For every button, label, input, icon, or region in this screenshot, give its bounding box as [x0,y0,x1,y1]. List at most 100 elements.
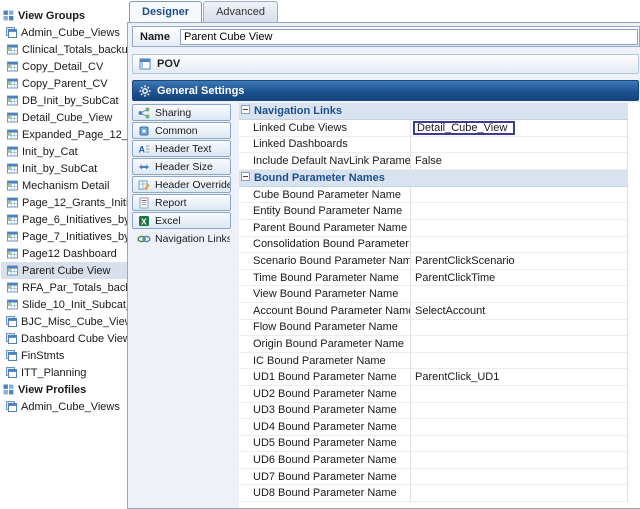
property-value-cell[interactable] [411,452,628,469]
tree-item-admin-cube-views[interactable]: Admin_Cube_Views [1,398,127,415]
property-value-cell[interactable]: ParentClickScenario [411,253,628,270]
property-row-ud1-bound-parameter-name[interactable]: UD1 Bound Parameter Name ParentClick_UD1 [239,369,640,386]
grid-spacer [628,220,640,237]
grid-spacer [628,353,640,370]
tree-item-view-groups[interactable]: View Groups [1,7,127,24]
tree-item-parent-cube-view[interactable]: Parent Cube View [1,262,127,279]
tree-item-db-init-by-subcat[interactable]: DB_Init_by_SubCat [1,92,127,109]
tab-advanced[interactable]: Advanced [203,1,278,22]
property-value-cell[interactable]: False [411,153,628,170]
property-group-navigation-links[interactable]: Navigation Links [239,103,640,120]
property-row-account-bound-parameter-name[interactable]: Account Bound Parameter Name SelectAccou… [239,303,640,320]
property-row-ud8-bound-parameter-name[interactable]: UD8 Bound Parameter Name [239,485,640,502]
tree-item-page-12-grants-initiatives[interactable]: Page_12_Grants_Initiatives_ [1,194,127,211]
property-row-ud5-bound-parameter-name[interactable]: UD5 Bound Parameter Name [239,436,640,453]
property-value-cell[interactable]: SelectAccount [411,303,628,320]
tree-item-itt-planning[interactable]: ITT_Planning [1,364,127,381]
property-value-cell[interactable] [411,187,628,204]
tree-item-slide-10-init-subcat-by-m[interactable]: Slide_10_Init_Subcat_by_M [1,296,127,313]
property-value-cell[interactable] [411,436,628,453]
property-row-parent-bound-parameter-name[interactable]: Parent Bound Parameter Name [239,220,640,237]
property-value-cell[interactable]: ParentClickTime [411,270,628,287]
property-value-cell[interactable] [411,386,628,403]
property-name: Include Default NavLink Parameters [253,155,411,167]
property-value-cell[interactable] [411,419,628,436]
property-row-cube-bound-parameter-name[interactable]: Cube Bound Parameter Name [239,187,640,204]
property-row-scenario-bound-parameter-name[interactable]: Scenario Bound Parameter Name ParentClic… [239,253,640,270]
tree-item-finstmts[interactable]: FinStmts [1,347,127,364]
tree-item-dashboard-cube-views[interactable]: Dashboard Cube Views [1,330,127,347]
tree-item-detail-cube-view[interactable]: Detail_Cube_View [1,109,127,126]
property-row-flow-bound-parameter-name[interactable]: Flow Bound Parameter Name [239,320,640,337]
property-value-cell[interactable] [411,353,628,370]
property-row-origin-bound-parameter-name[interactable]: Origin Bound Parameter Name [239,336,640,353]
tree-item-copy-detail-cv[interactable]: Copy_Detail_CV [1,58,127,75]
tab-designer[interactable]: Designer [129,1,202,22]
common-icon [136,125,151,137]
tree-item-bjc-misc-cube-views[interactable]: BJC_Misc_Cube_Views [1,313,127,330]
property-value-cell[interactable] [411,320,628,337]
property-value-cell[interactable] [411,286,628,303]
tree-item-page-7-initiatives-by-subc[interactable]: Page_7_Initiatives_by_SubC [1,228,127,245]
property-value-cell[interactable] [411,220,628,237]
property-row-view-bound-parameter-name[interactable]: View Bound Parameter Name [239,286,640,303]
settings-nav-navigation-links[interactable]: Navigation Links [132,230,231,247]
tree-item-expanded-page-12-working[interactable]: Expanded_Page_12_working [1,126,127,143]
grid-spacer [628,436,640,453]
cube-view-grid-icon [6,78,18,89]
tree-item-view-profiles[interactable]: View Profiles [1,381,127,398]
property-row-linked-dashboards[interactable]: Linked Dashboards [239,137,640,154]
tree-item-init-by-subcat[interactable]: Init_by_SubCat [1,160,127,177]
property-value-cell[interactable] [411,469,628,486]
settings-nav-sharing[interactable]: Sharing [132,104,231,121]
settings-nav-header-size[interactable]: Header Size [132,158,231,175]
property-value-cell[interactable] [411,485,628,502]
tree-item-admin-cube-views[interactable]: Admin_Cube_Views [1,24,127,41]
tree-item-clinical-totals-backup[interactable]: Clinical_Totals_backup [1,41,127,58]
cube-view-grid-icon [6,61,18,72]
tree-item-init-by-cat[interactable]: Init_by_Cat [1,143,127,160]
property-row-entity-bound-parameter-name[interactable]: Entity Bound Parameter Name [239,203,640,220]
property-value-cell[interactable] [411,237,628,254]
tree-item-copy-parent-cv[interactable]: Copy_Parent_CV [1,75,127,92]
property-name-cell: Scenario Bound Parameter Name [239,253,411,270]
property-value-cell[interactable] [411,137,628,154]
settings-nav-report[interactable]: Report [132,194,231,211]
property-name: Origin Bound Parameter Name [253,338,404,350]
tree-item-mechanism-detail[interactable]: Mechanism Detail [1,177,127,194]
general-settings-header[interactable]: General Settings [132,80,639,101]
tree-item-page-6-initiatives-by-categ[interactable]: Page_6_Initiatives_by_Categ [1,211,127,228]
property-row-consolidation-bound-parameter-name[interactable]: Consolidation Bound Parameter Name [239,237,640,254]
property-row-time-bound-parameter-name[interactable]: Time Bound Parameter Name ParentClickTim… [239,270,640,287]
property-row-include-default-navlink-parameters[interactable]: Include Default NavLink Parameters False [239,153,640,170]
property-row-ud6-bound-parameter-name[interactable]: UD6 Bound Parameter Name [239,452,640,469]
nav-label: Navigation Links [155,233,231,245]
tree-item-label: View Profiles [18,384,86,396]
property-value-cell[interactable] [411,203,628,220]
tree-item-page12-dashboard[interactable]: Page12 Dashboard [1,245,127,262]
property-row-linked-cube-views[interactable]: Linked Cube Views Detail_Cube_View [239,120,640,137]
property-row-ud3-bound-parameter-name[interactable]: UD3 Bound Parameter Name [239,403,640,420]
property-value-cell[interactable]: Detail_Cube_View [411,120,628,137]
settings-nav-header-overrides[interactable]: Header Overrides [132,176,231,193]
pov-icon [138,58,152,70]
settings-nav-common[interactable]: Common [132,122,231,139]
property-row-ud2-bound-parameter-name[interactable]: UD2 Bound Parameter Name [239,386,640,403]
property-row-ud4-bound-parameter-name[interactable]: UD4 Bound Parameter Name [239,419,640,436]
property-name-cell: IC Bound Parameter Name [239,353,411,370]
property-value-cell[interactable]: ParentClick_UD1 [411,369,628,386]
property-group-main: Bound Parameter Names [239,170,628,187]
grid-spacer [628,386,640,403]
grid-spacer [628,403,640,420]
property-value-cell[interactable] [411,336,628,353]
cube-view-grid-icon [6,265,18,276]
property-row-ic-bound-parameter-name[interactable]: IC Bound Parameter Name [239,353,640,370]
cube-view-name-input[interactable] [180,29,638,45]
tree-item-rfa-par-totals-backup[interactable]: RFA_Par_Totals_backup [1,279,127,296]
property-group-bound-parameter-names[interactable]: Bound Parameter Names [239,170,640,187]
property-row-ud7-bound-parameter-name[interactable]: UD7 Bound Parameter Name [239,469,640,486]
property-value-cell[interactable] [411,403,628,420]
settings-nav-excel[interactable]: X Excel [132,212,231,229]
settings-nav-header-text[interactable]: A Header Text [132,140,231,157]
pov-section-header[interactable]: POV [132,54,639,74]
